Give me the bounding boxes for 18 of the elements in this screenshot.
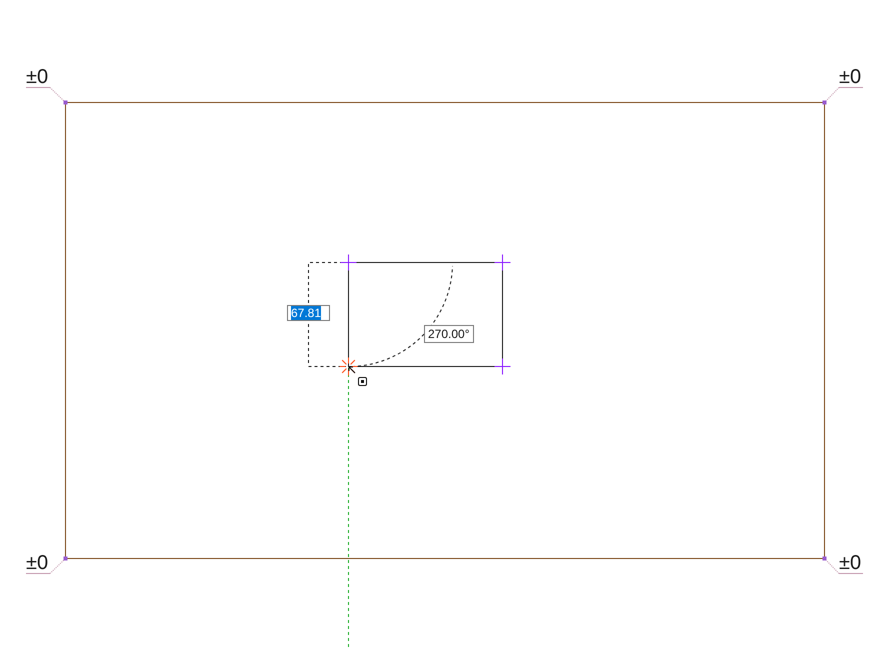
snap-square-icon (358, 377, 367, 386)
elevation-label: ±0 (839, 554, 862, 572)
length-input[interactable]: 67.81 (287, 305, 330, 321)
vertex-marker-icon (64, 556, 68, 560)
vertex-marker-icon (822, 100, 826, 104)
pointer-icon (348, 366, 356, 374)
elevation-label: ±0 (839, 68, 862, 86)
elevation-label: ±0 (26, 68, 48, 86)
cross-marker-icon (494, 254, 511, 271)
vertex-marker-icon (822, 556, 826, 560)
snap-cursor-icon (339, 357, 358, 376)
cross-marker-icon (494, 358, 511, 375)
leader-line (824, 87, 864, 103)
elevation-label: ±0 (26, 554, 48, 572)
leader-line (26, 87, 66, 103)
vertex-marker-icon (64, 100, 68, 104)
angle-readout[interactable]: 270.00° (424, 325, 474, 343)
cross-marker-icon (340, 254, 357, 271)
